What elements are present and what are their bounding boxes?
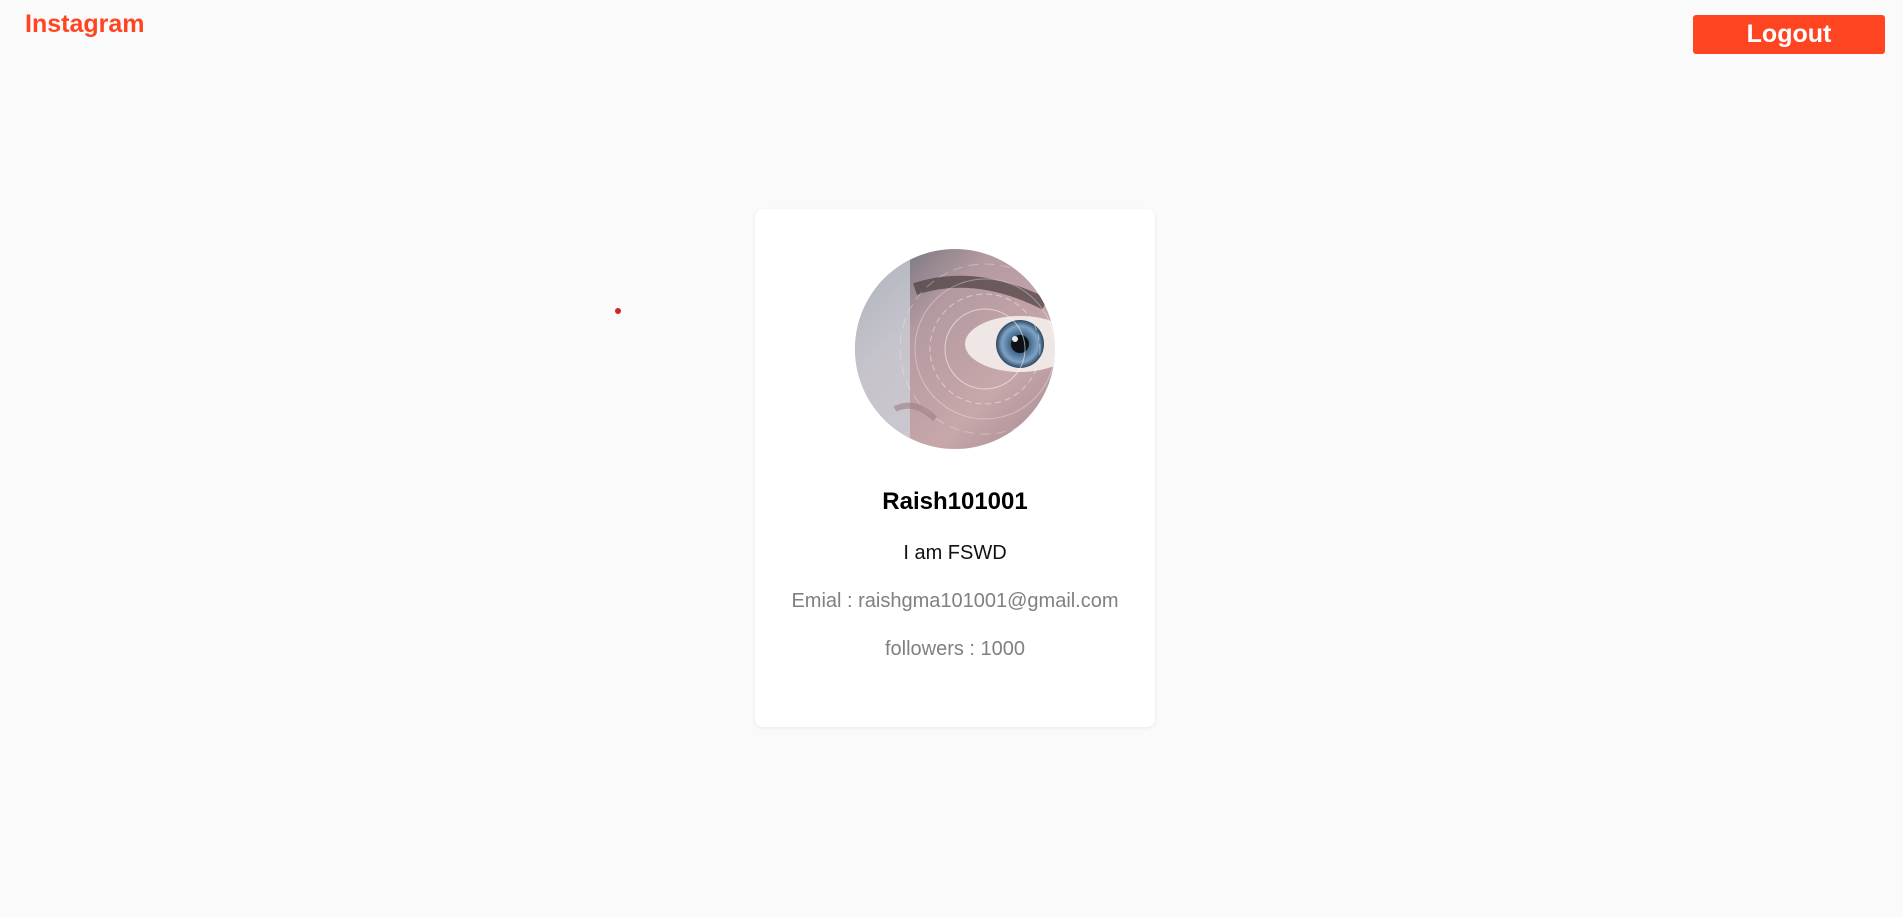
profile-card: Raish101001 I am FSWD Emial : raishgma10… xyxy=(755,209,1155,727)
email-text: Emial : raishgma101001@gmail.com xyxy=(791,590,1119,612)
brand-logo[interactable]: Instagram xyxy=(25,10,144,39)
bio-text: I am FSWD xyxy=(903,542,1007,564)
red-dot xyxy=(615,308,621,314)
username: Raish101001 xyxy=(882,488,1028,515)
logout-button[interactable]: Logout xyxy=(1693,15,1885,54)
profile-photo xyxy=(855,249,1055,449)
avatar[interactable] xyxy=(855,249,1055,449)
followers-count: followers : 1000 xyxy=(884,638,1026,660)
